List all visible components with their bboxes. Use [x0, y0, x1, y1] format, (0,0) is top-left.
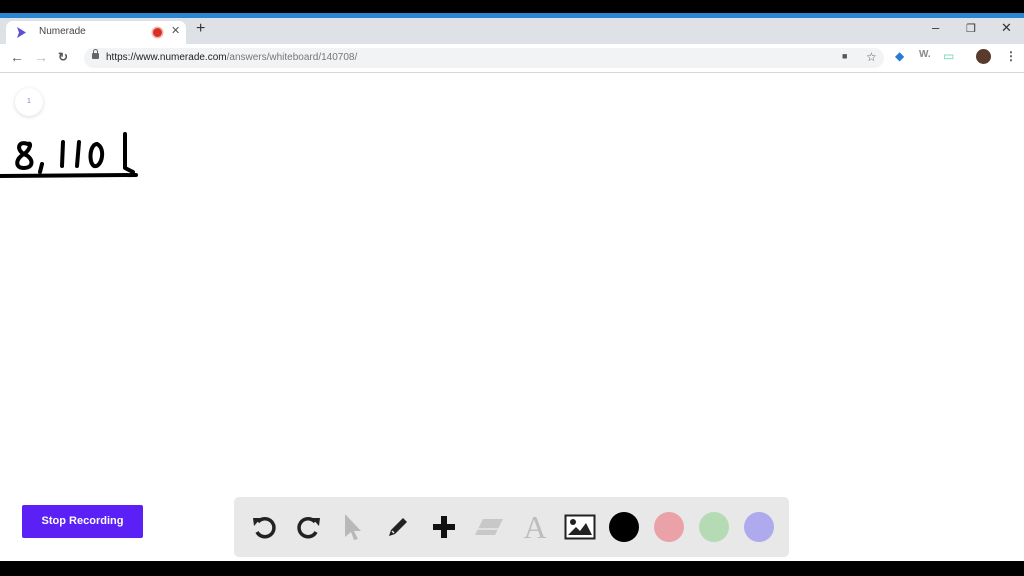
back-button[interactable]: ← — [10, 49, 24, 65]
video-camera-icon[interactable]: ■ — [842, 51, 847, 61]
digit-0-stroke — [88, 142, 105, 169]
select-cursor-icon[interactable] — [336, 510, 370, 544]
address-bar[interactable]: https://www.numerade.com/answers/whitebo… — [84, 48, 884, 68]
digit-1-stroke — [75, 140, 81, 168]
handwriting-8110 — [0, 132, 138, 178]
drawing-toolbar: A — [234, 497, 789, 557]
browser-menu-icon[interactable]: ⋮ — [1005, 49, 1017, 63]
lock-icon — [92, 49, 99, 59]
tab-close-button[interactable]: ✕ — [171, 24, 180, 37]
new-tab-button[interactable]: + — [196, 20, 205, 38]
w-extension-icon[interactable]: W. — [919, 49, 931, 60]
screen-top-bar — [0, 0, 1024, 13]
screen-bottom-bar — [0, 561, 1024, 576]
color-swatch-black[interactable] — [609, 512, 639, 542]
digit-1-stroke — [60, 140, 65, 168]
url-host: https://www.numerade.com — [106, 52, 227, 63]
monitor-icon[interactable]: ▭ — [943, 49, 954, 63]
reload-button[interactable]: ↻ — [58, 50, 68, 64]
eraser-icon[interactable] — [472, 510, 506, 544]
text-tool-icon[interactable]: A — [518, 509, 552, 545]
underline-stroke — [0, 173, 138, 178]
tab-strip: Numerade ✕ + – ❐ ✕ — [0, 18, 1024, 44]
image-icon[interactable] — [563, 510, 597, 544]
forward-button[interactable]: → — [34, 49, 48, 65]
close-window-button[interactable]: ✕ — [1001, 20, 1012, 36]
graduation-cap-icon[interactable]: ◆ — [895, 49, 904, 63]
digit-8-stroke — [15, 141, 34, 170]
comma-stroke — [38, 162, 44, 174]
tab-title: Numerade — [39, 26, 86, 37]
redo-icon[interactable] — [292, 510, 326, 544]
numerade-logo-icon — [17, 27, 26, 38]
pencil-icon[interactable] — [381, 510, 415, 544]
color-swatch-pink[interactable] — [654, 512, 684, 542]
bookmark-star-icon[interactable]: ☆ — [866, 50, 877, 64]
color-swatch-green[interactable] — [699, 512, 729, 542]
add-icon[interactable] — [427, 510, 461, 544]
color-swatch-purple[interactable] — [744, 512, 774, 542]
profile-avatar[interactable] — [976, 49, 991, 64]
recording-indicator-icon — [153, 28, 162, 37]
url-path: /answers/whiteboard/140708/ — [226, 52, 358, 63]
restore-button[interactable]: ❐ — [966, 22, 976, 35]
tab-numerade[interactable]: Numerade ✕ — [6, 21, 186, 44]
url-text[interactable]: https://www.numerade.com/answers/whitebo… — [106, 52, 357, 63]
browser-toolbar: ← → ↻ https://www.numerade.com/answers/w… — [0, 44, 1024, 73]
page-number-badge[interactable]: 1 — [15, 88, 43, 116]
minimize-button[interactable]: – — [932, 20, 939, 35]
division-bracket-stroke — [123, 132, 135, 174]
stop-recording-button[interactable]: Stop Recording — [22, 505, 143, 538]
whiteboard-canvas[interactable]: 1 Stop Recording A — [0, 73, 1024, 561]
undo-icon[interactable] — [247, 510, 281, 544]
